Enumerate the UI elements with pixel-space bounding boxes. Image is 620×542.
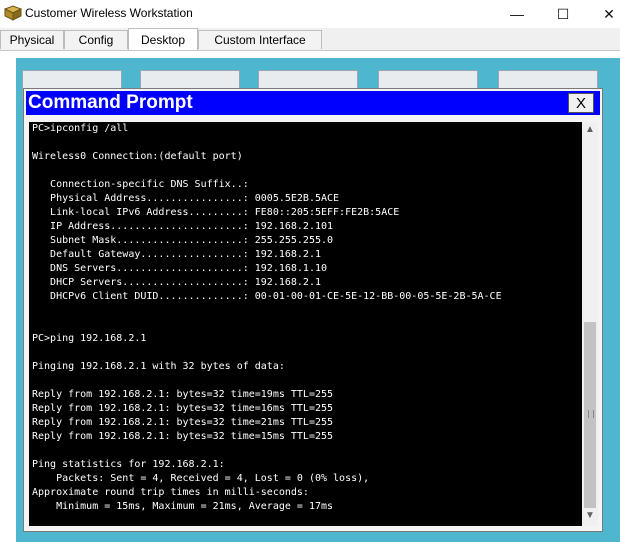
terminal-line: Physical Address................: 0005.5… xyxy=(32,193,340,204)
terminal-line: Connection-specific DNS Suffix..: xyxy=(32,179,249,190)
terminal-line: Minimum = 15ms, Maximum = 21ms, Average … xyxy=(32,501,334,512)
terminal-line: Subnet Mask.....................: 255.25… xyxy=(32,235,334,246)
minimize-button[interactable]: — xyxy=(494,0,540,28)
tab-bar: Physical Config Desktop Custom Interface xyxy=(0,28,620,51)
scroll-down-icon[interactable]: ▼ xyxy=(582,510,598,524)
terminal-line: PC>ipconfig /all xyxy=(32,123,129,134)
terminal-line: DHCPv6 Client DUID..............: 00-01-… xyxy=(32,291,502,302)
command-prompt-close-button[interactable]: X xyxy=(568,93,594,113)
scroll-up-icon[interactable]: ▲ xyxy=(582,124,598,138)
window-title: Customer Wireless Workstation xyxy=(25,6,193,20)
packet-tracer-icon xyxy=(4,5,22,21)
terminal-line: DNS Servers.....................: 192.16… xyxy=(32,263,328,274)
terminal-line: Packets: Sent = 4, Received = 4, Lost = … xyxy=(32,473,370,484)
command-prompt-window: Command Prompt X PC>ipconfig /all Wireles… xyxy=(23,88,603,532)
maximize-button[interactable]: ☐ xyxy=(540,0,586,28)
scrollbar-grip-icon xyxy=(588,410,594,418)
terminal-line: Ping statistics for 192.168.2.1: xyxy=(32,459,225,470)
window-titlebar: Customer Wireless Workstation — ☐ ✕ xyxy=(0,0,620,28)
tab-custom-interface[interactable]: Custom Interface xyxy=(198,30,322,49)
tab-physical[interactable]: Physical xyxy=(0,30,64,49)
terminal-scrollbar[interactable]: ▲ ▼ xyxy=(582,122,598,526)
terminal-line: PC>ping 192.168.2.1 xyxy=(32,333,147,344)
terminal-line: Reply from 192.168.2.1: bytes=32 time=15… xyxy=(32,431,334,442)
terminal-line: Pinging 192.168.2.1 with 32 bytes of dat… xyxy=(32,361,285,372)
terminal-line: Reply from 192.168.2.1: bytes=32 time=16… xyxy=(32,403,334,414)
scrollbar-thumb[interactable] xyxy=(584,322,596,508)
terminal-line: Wireless0 Connection:(default port) xyxy=(32,151,243,162)
tab-config[interactable]: Config xyxy=(64,30,128,49)
tab-desktop[interactable]: Desktop xyxy=(128,28,198,50)
command-prompt-title: Command Prompt xyxy=(28,92,193,113)
command-prompt-titlebar: Command Prompt X xyxy=(26,91,600,115)
terminal-line: Link-local IPv6 Address.........: FE80::… xyxy=(32,207,400,218)
terminal-lines: PC>ipconfig /all Wireless0 Connection:(de… xyxy=(32,122,502,514)
terminal-line: Reply from 192.168.2.1: bytes=32 time=21… xyxy=(32,417,334,428)
terminal-line: Reply from 192.168.2.1: bytes=32 time=19… xyxy=(32,389,334,400)
terminal-line: IP Address......................: 192.16… xyxy=(32,221,334,232)
terminal-line: Default Gateway.................: 192.16… xyxy=(32,249,321,260)
terminal-line: DHCP Servers....................: 192.16… xyxy=(32,277,321,288)
terminal-output[interactable]: PC>ipconfig /all Wireless0 Connection:(de… xyxy=(29,122,582,526)
close-button[interactable]: ✕ xyxy=(586,0,620,28)
terminal-line: Approximate round trip times in milli-se… xyxy=(32,487,309,498)
